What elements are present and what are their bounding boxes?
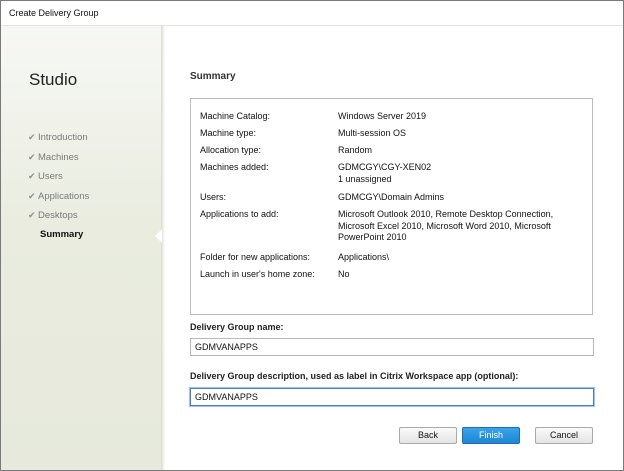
checkmark-icon: ✔ — [28, 190, 36, 201]
summary-value: No — [338, 269, 350, 279]
summary-value-secondary: 1 unassigned — [338, 173, 392, 184]
summary-label: Machine Catalog: — [200, 111, 271, 121]
step-introduction[interactable]: ✔ Introduction — [28, 130, 89, 150]
studio-brand: Studio — [29, 70, 78, 89]
checkmark-icon: ✔ — [28, 171, 36, 181]
back-button[interactable]: Back — [399, 427, 457, 444]
step-label: Desktops — [38, 210, 78, 221]
step-label: Introduction — [38, 132, 88, 143]
summary-panel: Machine Catalog: Windows Server 2019 Mac… — [190, 98, 593, 315]
summary-label: Launch in user's home zone: — [200, 269, 315, 279]
step-summary[interactable]: Summary — [28, 228, 89, 248]
step-label: Users — [38, 171, 63, 182]
step-label: Machines — [38, 151, 79, 163]
checkmark-icon: ✔ — [28, 151, 36, 162]
step-applications[interactable]: ✔ Applications — [28, 189, 89, 209]
summary-label: Users: — [200, 192, 227, 202]
summary-value: Applications\ — [338, 252, 390, 262]
finish-button[interactable]: Finish — [462, 427, 520, 444]
summary-value: Windows Server 2019 — [338, 111, 427, 121]
step-machines[interactable]: ✔ Machines — [28, 150, 89, 170]
summary-value: Microsoft Outlook 2010, Remote Desktop C… — [338, 209, 554, 242]
summary-value: Random — [338, 145, 373, 155]
wizard-sidebar: Studio ✔ Introduction ✔ Machines ✔ Users ✔ A… — [1, 26, 161, 470]
cancel-button[interactable]: Cancel — [535, 427, 593, 444]
step-users[interactable]: ✔ Users — [28, 169, 89, 189]
summary-value: Multi-session OS — [338, 128, 407, 138]
delivery-group-name-input[interactable] — [190, 338, 594, 356]
section-title: Summary — [190, 71, 236, 82]
summary-label: Machine type: — [200, 128, 257, 138]
create-delivery-group-dialog: Create Delivery Group Studio ✔ Introducti… — [0, 0, 624, 471]
checkmark-icon: ✔ — [28, 210, 36, 220]
summary-label: Folder for new applications: — [200, 252, 311, 262]
step-label: Summary — [40, 228, 84, 240]
window-title: Create Delivery Group — [9, 8, 99, 18]
summary-label: Allocation type: — [200, 145, 262, 155]
delivery-group-description-label: Delivery Group description, used as labe… — [190, 371, 519, 381]
panel-divider — [161, 26, 165, 470]
delivery-group-description-input[interactable] — [190, 388, 594, 406]
checkmark-icon: ✔ — [28, 132, 36, 142]
step-label: Applications — [38, 190, 90, 202]
summary-value: GDMCGY\Domain Admins — [338, 192, 445, 202]
summary-label: Machines added: — [200, 162, 269, 172]
delivery-group-name-label: Delivery Group name: — [190, 322, 284, 332]
active-step-pointer-icon — [155, 229, 162, 243]
title-bar[interactable]: Create Delivery Group — [1, 1, 623, 26]
summary-value: GDMCGY\CGY-XEN02 — [338, 162, 432, 172]
step-desktops[interactable]: ✔ Desktops — [28, 208, 89, 228]
wizard-steps: ✔ Introduction ✔ Machines ✔ Users ✔ Applicat… — [28, 130, 89, 247]
summary-label: Applications to add: — [200, 209, 279, 219]
